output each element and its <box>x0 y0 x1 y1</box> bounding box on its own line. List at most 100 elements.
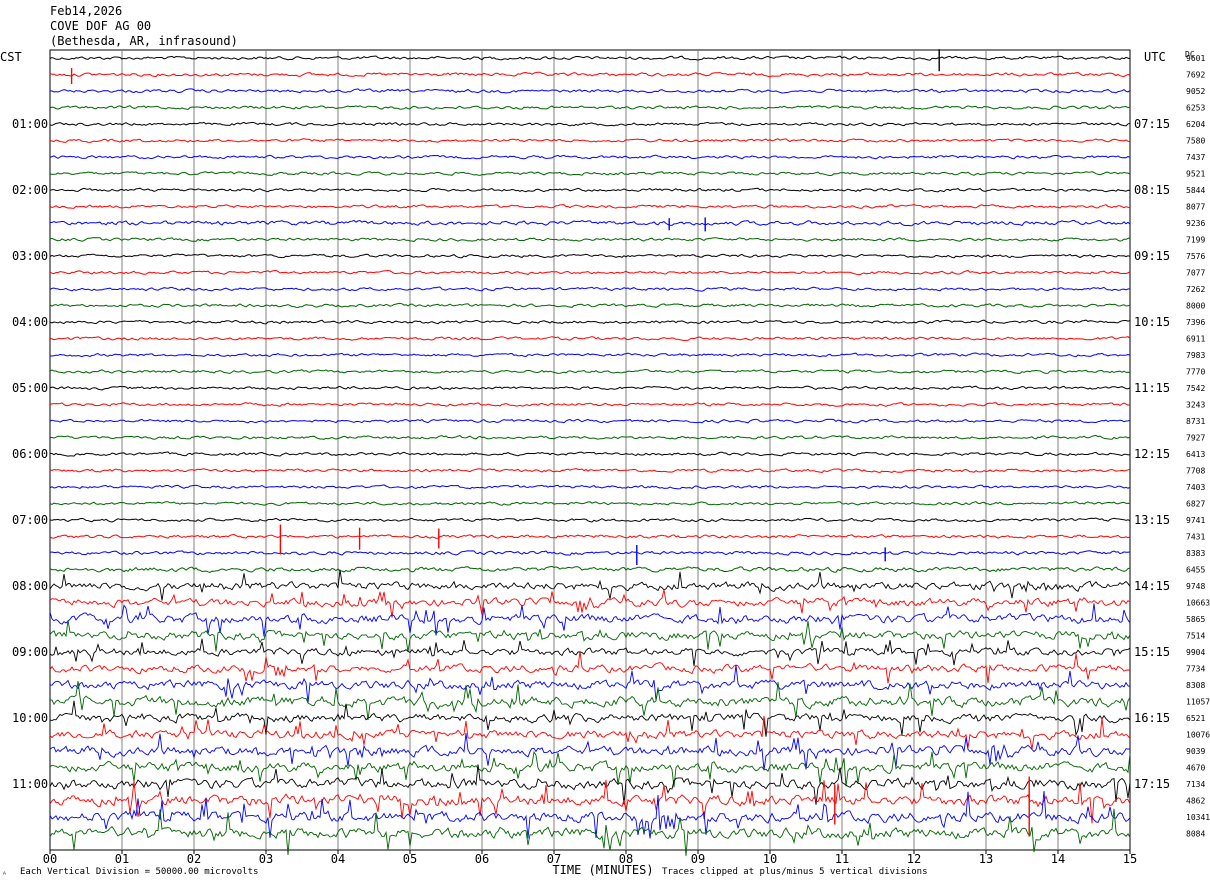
scale-note: Each Vertical Division = 50000.00 microv… <box>20 867 259 877</box>
right-time-label: 12:15 <box>1134 447 1170 461</box>
dc-offset-label: 10663 <box>1186 599 1210 608</box>
dc-offset-label: 10076 <box>1186 731 1210 740</box>
dc-offset-label: 9521 <box>1186 170 1205 179</box>
right-time-label: 08:15 <box>1134 183 1170 197</box>
x-tick-label: 00 <box>43 852 57 866</box>
x-tick-label: 05 <box>403 852 417 866</box>
trace-47 <box>49 808 1131 856</box>
left-time-label: 08:00 <box>12 579 48 593</box>
dc-offset-label: 7514 <box>1186 632 1205 641</box>
dc-offset-label: 9236 <box>1186 219 1205 228</box>
dc-offset-label: 7692 <box>1186 71 1205 80</box>
x-tick-label: 09 <box>691 852 705 866</box>
dc-offset-label: 9904 <box>1186 648 1205 657</box>
trace-1 <box>49 71 1131 78</box>
dc-offset-label: 6911 <box>1186 335 1205 344</box>
left-time-label: 09:00 <box>12 645 48 659</box>
trace-11 <box>49 237 1131 242</box>
dc-offset-label: 9748 <box>1186 582 1205 591</box>
dc-offset-label: 8000 <box>1186 302 1205 311</box>
dc-offset-label: 7927 <box>1186 434 1205 443</box>
trace-2 <box>49 88 1131 94</box>
left-time-label: 02:00 <box>12 183 48 197</box>
dc-offset-label: 9601 <box>1186 54 1205 63</box>
x-tick-label: 13 <box>979 852 993 866</box>
dc-offset-label: 7734 <box>1186 665 1205 674</box>
left-time-label: 01:00 <box>12 117 48 131</box>
trace-12 <box>49 253 1131 259</box>
trace-22 <box>49 418 1131 424</box>
right-time-label: 10:15 <box>1134 315 1170 329</box>
dc-offset-label: 7580 <box>1186 137 1205 146</box>
dc-offset-label: 7262 <box>1186 285 1205 294</box>
trace-20 <box>49 385 1131 391</box>
trace-0 <box>49 55 1131 61</box>
clip-note: Traces clipped at plus/minus 5 vertical … <box>662 867 928 877</box>
trace-5 <box>50 138 1131 143</box>
left-time-label: 03:00 <box>12 249 48 263</box>
trace-8 <box>49 187 1131 193</box>
x-axis-label: TIME (MINUTES) <box>552 863 653 877</box>
left-zone-label: CST <box>0 50 22 64</box>
dc-offset-label: 5865 <box>1186 615 1205 624</box>
x-tick-label: 01 <box>115 852 129 866</box>
dc-offset-label: 10341 <box>1186 813 1210 822</box>
dc-offset-label: 6455 <box>1186 566 1205 575</box>
seismogram-plot: 00 01 02 03 04 05 06 07 08 09 10 11 12 13 14 15TIME (MI… <box>0 49 1210 877</box>
dc-offset-label: 7542 <box>1186 384 1205 393</box>
trace-29 <box>49 533 1131 539</box>
dc-offset-label: 5844 <box>1186 186 1205 195</box>
dc-offset-label: 7134 <box>1186 780 1205 789</box>
trace-34 <box>49 603 1131 637</box>
dc-offset-label: 7403 <box>1186 483 1205 492</box>
trace-19 <box>49 368 1131 374</box>
trace-18 <box>50 352 1131 358</box>
right-time-label: 09:15 <box>1134 249 1170 263</box>
trace-9 <box>49 204 1131 209</box>
trace-26 <box>49 484 1131 490</box>
trace-30 <box>49 550 1131 556</box>
x-tick-label: 14 <box>1051 852 1065 866</box>
trace-37 <box>49 650 1131 684</box>
plot-frame <box>49 49 1131 851</box>
dc-offset-label: 11057 <box>1186 698 1210 707</box>
dc-offset-label: 8084 <box>1186 830 1205 839</box>
trace-23 <box>49 434 1131 440</box>
x-tick-label: 12 <box>907 852 921 866</box>
dc-offset-label: 7770 <box>1186 368 1205 377</box>
trace-35 <box>49 620 1131 652</box>
x-tick-label: 10 <box>763 852 777 866</box>
right-time-label: 16:15 <box>1134 711 1170 725</box>
corner-mark: ᴬ <box>2 870 7 879</box>
left-time-label: 06:00 <box>12 447 48 461</box>
trace-31 <box>49 565 1131 573</box>
trace-16 <box>49 319 1131 325</box>
dc-offset-label: 8308 <box>1186 681 1205 690</box>
trace-14 <box>49 286 1131 292</box>
trace-3 <box>49 105 1131 111</box>
trace-32 <box>49 569 1131 601</box>
right-time-label: 07:15 <box>1134 117 1170 131</box>
trace-4 <box>49 121 1131 127</box>
trace-6 <box>49 154 1131 160</box>
dc-offset-label: 7431 <box>1186 533 1205 542</box>
x-tick-label: 03 <box>259 852 273 866</box>
x-tick-label: 06 <box>475 852 489 866</box>
dc-offset-label: 7708 <box>1186 467 1205 476</box>
trace-17 <box>49 336 1131 342</box>
trace-33 <box>49 589 1131 618</box>
dc-offset-label: 7983 <box>1186 351 1205 360</box>
right-time-label: 14:15 <box>1134 579 1170 593</box>
trace-10 <box>49 219 1131 227</box>
trace-38 <box>49 665 1131 704</box>
trace-15 <box>49 302 1131 309</box>
dc-offset-label: 9741 <box>1186 516 1205 525</box>
dc-offset-label: 6827 <box>1186 500 1205 509</box>
trace-13 <box>49 269 1131 276</box>
dc-offset-label: 6413 <box>1186 450 1205 459</box>
trace-24 <box>49 451 1131 457</box>
trace-27 <box>49 501 1131 506</box>
left-time-label: 11:00 <box>12 777 48 791</box>
dc-offset-label: 8731 <box>1186 417 1205 426</box>
x-tick-label: 15 <box>1123 852 1137 866</box>
